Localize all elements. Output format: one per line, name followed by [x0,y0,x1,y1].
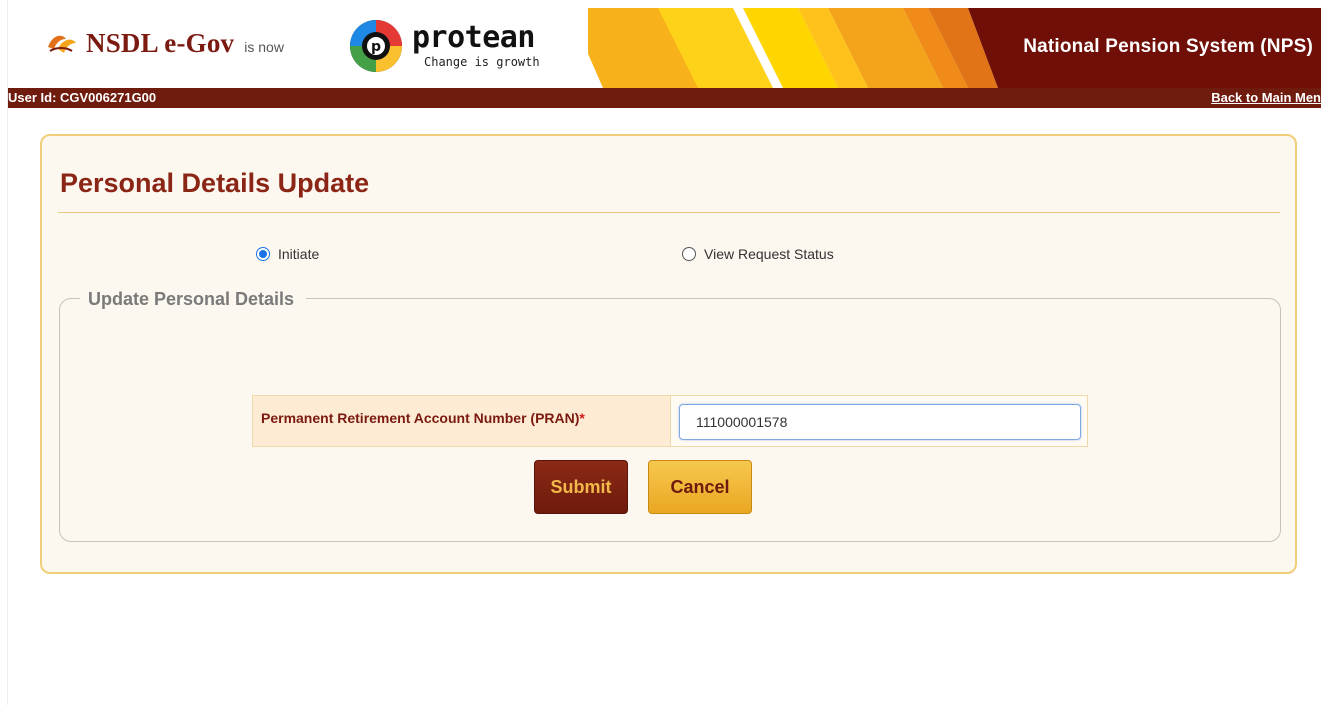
pran-label-cell: Permanent Retirement Account Number (PRA… [253,396,671,446]
page-left-edge [0,0,8,705]
site-header: NSDL e-Gov is now p protean Change is gr… [8,8,1321,88]
radio-view-request-status[interactable]: View Request Status [682,246,834,262]
nsdl-leaf-icon [48,35,76,53]
pran-label: Permanent Retirement Account Number (PRA… [261,410,585,426]
is-now-text: is now [244,38,284,55]
radio-initiate[interactable]: Initiate [256,246,319,262]
radio-view-request-status-label: View Request Status [704,246,834,262]
fieldset-legend: Update Personal Details [80,289,307,310]
submit-button[interactable]: Submit [534,460,628,514]
protean-brand-text: protean [412,20,535,55]
system-title: National Pension System (NPS) [1023,36,1313,57]
logo-area: NSDL e-Gov is now p protean Change is gr… [8,8,588,88]
back-to-main-menu-link[interactable]: Back to Main Men [1211,90,1321,105]
svg-text:p: p [371,39,381,55]
radio-initiate-button[interactable] [256,247,270,261]
pran-input[interactable] [679,404,1081,440]
page-title: Personal Details Update [60,168,370,198]
required-mark: * [579,410,585,426]
personal-details-card: Personal Details Update Initiate View Re… [40,134,1297,574]
user-id-text: User Id: CGV006271G00 [8,90,157,105]
title-divider [58,212,1280,213]
nsdl-logo: NSDL e-Gov is now [46,28,284,59]
protean-logo: p protean Change is growth [346,18,540,74]
pran-form-row: Permanent Retirement Account Number (PRA… [252,395,1088,447]
pran-label-text: Permanent Retirement Account Number (PRA… [261,410,580,426]
cancel-button[interactable]: Cancel [648,460,752,514]
protean-tagline: Change is growth [424,55,540,69]
user-bar: User Id: CGV006271G00 Back to Main Men [8,88,1321,108]
radio-view-request-status-button[interactable] [682,247,696,261]
protean-emblem-icon: p [350,20,402,72]
radio-initiate-label: Initiate [278,246,320,262]
nsdl-brand-text: NSDL e-Gov [86,28,235,58]
